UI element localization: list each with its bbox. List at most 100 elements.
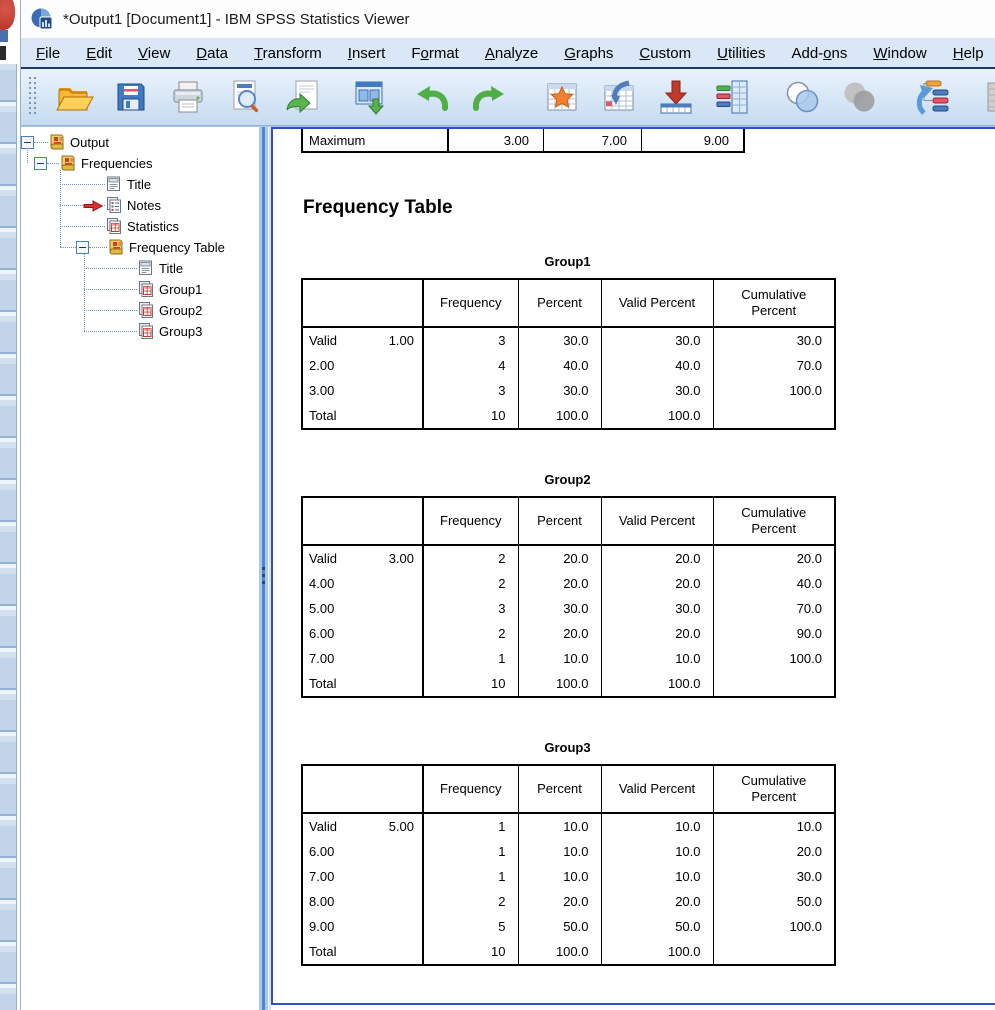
value-label: 3.00 [309,383,334,398]
outline-item-title[interactable]: Title [21,174,258,195]
pivot-table-group1[interactable]: FrequencyPercentValid PercentCumulative … [301,278,836,430]
menu-analyze[interactable]: Analyze [472,42,551,65]
collapse-toggle[interactable] [76,241,89,254]
menu-view[interactable]: View [125,42,183,65]
stub-cell: 4.00 [302,571,423,596]
percent-cell: 30.0 [518,378,601,403]
outline-item-notes[interactable]: Notes [21,195,258,216]
undo-button[interactable] [410,75,454,119]
menu-insert[interactable]: Insert [335,42,399,65]
outline-item-label[interactable]: Frequencies [81,156,153,171]
outline-item-label[interactable]: Frequency Table [129,240,225,255]
column-header: Valid Percent [601,497,713,545]
open-folder-button[interactable] [52,75,96,119]
menu-add-ons[interactable]: Add-ons [778,42,860,65]
outline-item-frequencies[interactable]: Frequencies [21,153,258,174]
pivot-table-group3[interactable]: FrequencyPercentValid PercentCumulative … [301,764,836,966]
outline-item-title[interactable]: Title [21,258,258,279]
pane-splitter[interactable] [258,127,271,1010]
frequency-cell: 2 [423,571,518,596]
redo-button[interactable] [467,75,511,119]
table-row: 8.00220.020.050.0 [302,889,835,914]
table-row: 2.00440.040.070.0 [302,353,835,378]
table-icon [105,217,123,235]
outline-item-label[interactable]: Group1 [159,282,202,297]
valid-percent-cell: 30.0 [601,378,713,403]
column-header: Cumulative Percent [713,279,835,327]
outline-item-label[interactable]: Group2 [159,303,202,318]
outline-item-label[interactable]: Notes [127,198,161,213]
outline-item-label[interactable]: Output [70,135,109,150]
menu-window[interactable]: Window [860,42,939,65]
outline-item-group3[interactable]: Group3 [21,321,258,342]
valid-percent-cell: 20.0 [601,889,713,914]
outline-item-output[interactable]: Output [21,132,258,153]
menu-help[interactable]: Help [940,42,995,65]
export-document-button[interactable] [280,75,324,119]
use-variable-sets-button[interactable] [910,75,954,119]
goto-data-button[interactable] [540,75,584,119]
menu-graphs[interactable]: Graphs [551,42,626,65]
value-label: Total [309,408,336,423]
background-window-segments [0,64,17,1010]
menu-edit[interactable]: Edit [73,42,125,65]
spss-viewer-app-icon [30,7,54,31]
column-header: Percent [518,765,601,813]
column-header: Frequency [423,497,518,545]
title-bar: *Output1 [Document1] - IBM SPSS Statisti… [21,0,995,39]
recall-dialogs-button[interactable] [347,75,391,119]
stat-row-label: Maximum [302,129,448,152]
book-icon [59,154,77,172]
show-variables-gray-button[interactable] [981,75,995,119]
cumulative-percent-cell: 10.0 [713,813,835,839]
table-row: 6.00220.020.090.0 [302,621,835,646]
menu-custom[interactable]: Custom [626,42,704,65]
print-button[interactable] [166,75,210,119]
outline-item-group2[interactable]: Group2 [21,300,258,321]
percent-cell: 100.0 [518,671,601,697]
outline-item-label[interactable]: Group3 [159,324,202,339]
tree-connector [84,268,137,269]
table-row: Maximum 3.00 7.00 9.00 [302,129,744,152]
stub-cell: Total [302,403,423,429]
outline-item-label[interactable]: Statistics [127,219,179,234]
menu-file[interactable]: File [23,42,73,65]
save-button[interactable] [109,75,153,119]
select-cases-button[interactable] [780,75,824,119]
overlap-circles-gray-button[interactable] [837,75,881,119]
tree-connector [84,310,137,311]
stub-cell: 9.00 [302,914,423,939]
variables-button[interactable] [711,75,755,119]
statistics-table-partial[interactable]: Maximum 3.00 7.00 9.00 [301,129,745,153]
tree-guide-line [27,148,28,163]
value-label: 5.00 [309,601,334,616]
menu-transform[interactable]: Transform [241,42,335,65]
pivot-table-group2[interactable]: FrequencyPercentValid PercentCumulative … [301,496,836,698]
goto-variable-button[interactable] [654,75,698,119]
frequency-cell: 3 [423,596,518,621]
collapse-toggle[interactable] [34,157,47,170]
print-preview-button[interactable] [223,75,267,119]
toolbar-grip[interactable] [26,75,39,119]
table-row: Total10100.0100.0 [302,403,835,429]
variables-icon [713,77,753,117]
print-icon [168,77,208,117]
stub-header-cell [302,765,423,813]
value-label: 4.00 [309,576,334,591]
stat-value-group1: 3.00 [448,129,544,152]
tree-guide-line [60,170,61,247]
outline-item-label[interactable]: Title [127,177,151,192]
menu-data[interactable]: Data [183,42,241,65]
menu-format[interactable]: Format [398,42,472,65]
outline-item-label[interactable]: Title [159,261,183,276]
outline-item-statistics[interactable]: Statistics [21,216,258,237]
menu-utilities[interactable]: Utilities [704,42,778,65]
value-label: 9.00 [309,919,334,934]
show-variables-gray-icon [983,77,995,117]
goto-case-button[interactable] [597,75,641,119]
frequency-cell: 5 [423,914,518,939]
outline-item-frequency-table[interactable]: Frequency Table [21,237,258,258]
value-label: 7.00 [309,869,334,884]
cumulative-percent-cell [713,939,835,965]
outline-item-group1[interactable]: Group1 [21,279,258,300]
